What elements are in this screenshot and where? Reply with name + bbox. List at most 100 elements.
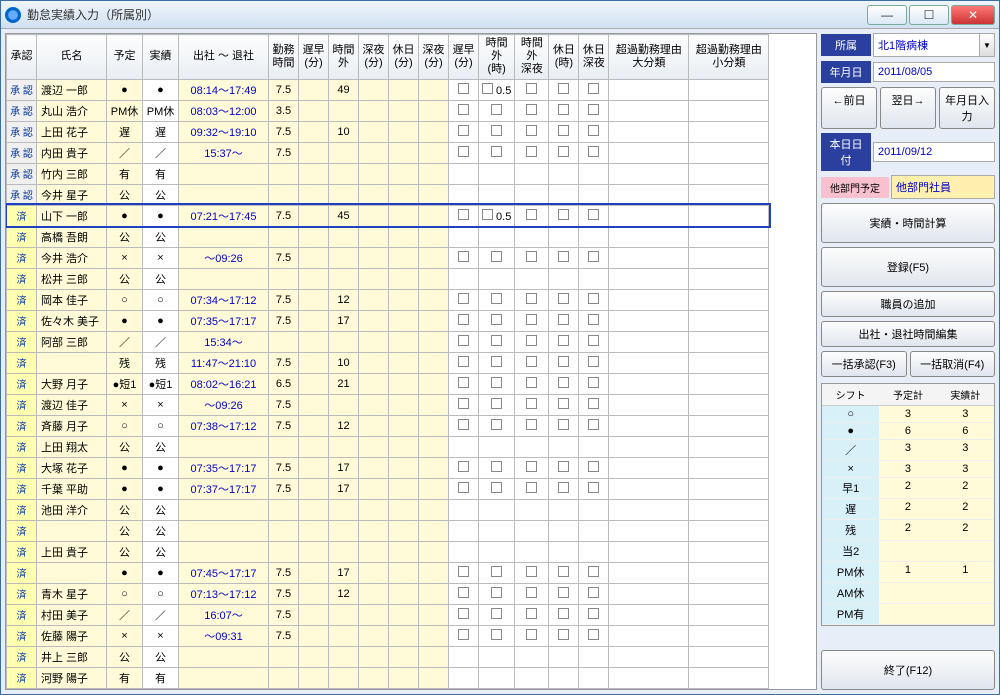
status-cell[interactable]: 済 — [7, 667, 37, 688]
col-header[interactable]: 深夜(分) — [419, 35, 449, 80]
io-cell[interactable]: ～09:31 — [179, 625, 269, 646]
table-row[interactable]: 済大塚 花子●●07:35～17:177.517 — [7, 457, 769, 478]
io-cell[interactable]: ～09:26 — [179, 247, 269, 268]
status-cell[interactable]: 済 — [7, 583, 37, 604]
table-row[interactable]: 済千葉 平助●●07:37～17:177.517 — [7, 478, 769, 499]
table-row[interactable]: 済今井 浩介××～09:267.5 — [7, 247, 769, 268]
status-cell[interactable]: 承 認 — [7, 100, 37, 121]
io-cell[interactable] — [179, 184, 269, 205]
col-header[interactable]: 深夜(分) — [359, 35, 389, 80]
io-cell[interactable] — [179, 541, 269, 562]
status-cell[interactable]: 承 認 — [7, 121, 37, 142]
status-cell[interactable]: 済 — [7, 310, 37, 331]
io-cell[interactable]: 08:02～16:21 — [179, 373, 269, 394]
table-row[interactable]: 済佐藤 陽子××～09:317.5 — [7, 625, 769, 646]
io-cell[interactable]: 07:34～17:12 — [179, 289, 269, 310]
table-row[interactable]: 済松井 三郎公公 — [7, 268, 769, 289]
status-cell[interactable]: 済 — [7, 373, 37, 394]
table-row[interactable]: 済公公 — [7, 520, 769, 541]
io-cell[interactable]: 15:34～ — [179, 331, 269, 352]
edit-time-button[interactable]: 出社・退社時間編集 — [821, 321, 995, 347]
table-row[interactable]: 済大野 月子●短1●短108:02～16:216.521 — [7, 373, 769, 394]
col-header[interactable]: 実績 — [143, 35, 179, 80]
status-cell[interactable]: 済 — [7, 289, 37, 310]
close-button[interactable]: ✕ — [951, 5, 995, 25]
io-cell[interactable]: 16:07～ — [179, 604, 269, 625]
col-header[interactable]: 時間外(時) — [479, 35, 515, 80]
status-cell[interactable]: 済 — [7, 268, 37, 289]
minimize-button[interactable]: — — [867, 5, 907, 25]
table-row[interactable]: 承 認内田 貴子／／15:37～7.5 — [7, 142, 769, 163]
table-row[interactable]: 済岡本 佳子○○07:34～17:127.512 — [7, 289, 769, 310]
status-cell[interactable]: 承 認 — [7, 79, 37, 100]
col-header[interactable]: 氏名 — [37, 35, 107, 80]
col-header[interactable]: 勤務時間 — [269, 35, 299, 80]
status-cell[interactable]: 承 認 — [7, 184, 37, 205]
status-cell[interactable]: 済 — [7, 562, 37, 583]
io-cell[interactable]: 07:13～17:12 — [179, 583, 269, 604]
exit-button[interactable]: 終了(F12) — [821, 650, 995, 690]
col-header[interactable]: 遅早(分) — [299, 35, 329, 80]
io-cell[interactable]: 09:32～19:10 — [179, 121, 269, 142]
col-header[interactable]: 予定 — [107, 35, 143, 80]
table-row[interactable]: 済佐々木 美子●●07:35～17:177.517 — [7, 310, 769, 331]
table-row[interactable]: 済木村 佳子遅遅10:03～19:187.518 — [7, 688, 769, 689]
status-cell[interactable]: 済 — [7, 646, 37, 667]
col-header[interactable]: 超過勤務理由小分類 — [689, 35, 769, 80]
attendance-table[interactable]: 承認氏名予定実績出社 ～ 退社勤務時間遅早(分)時間外深夜(分)休日(分)深夜(… — [6, 34, 769, 689]
maximize-button[interactable]: ☐ — [909, 5, 949, 25]
table-row[interactable]: 承 認渡辺 一郎●●08:14～17:497.549 0.5 — [7, 79, 769, 100]
status-cell[interactable]: 済 — [7, 436, 37, 457]
status-cell[interactable]: 済 — [7, 457, 37, 478]
table-row[interactable]: 承 認竹内 三郎有有 — [7, 163, 769, 184]
dept-combo[interactable]: 北1階病棟 ▼ — [873, 33, 995, 57]
status-cell[interactable]: 済 — [7, 688, 37, 689]
status-cell[interactable]: 済 — [7, 520, 37, 541]
calc-button[interactable]: 実績・時間計算 — [821, 203, 995, 243]
table-row[interactable]: 承 認丸山 浩介PM休PM休08:03～12:003.5 — [7, 100, 769, 121]
io-cell[interactable]: 08:14～17:49 — [179, 79, 269, 100]
table-row[interactable]: 承 認上田 花子遅遅09:32～19:107.510 — [7, 121, 769, 142]
table-row[interactable]: 済阿部 三郎／／15:34～ — [7, 331, 769, 352]
io-cell[interactable] — [179, 268, 269, 289]
table-row[interactable]: 済上田 貴子公公 — [7, 541, 769, 562]
col-header[interactable]: 休日(分) — [389, 35, 419, 80]
table-row[interactable]: 済渡辺 佳子××～09:267.5 — [7, 394, 769, 415]
table-row[interactable]: 済上田 翔太公公 — [7, 436, 769, 457]
table-row[interactable]: 済残残11:47～21:107.510 — [7, 352, 769, 373]
status-cell[interactable]: 済 — [7, 352, 37, 373]
bulk-approve-button[interactable]: 一括承認(F3) — [821, 351, 907, 377]
table-row[interactable]: 済河野 陽子有有 — [7, 667, 769, 688]
io-cell[interactable]: 15:37～ — [179, 142, 269, 163]
status-cell[interactable]: 済 — [7, 625, 37, 646]
status-cell[interactable]: 済 — [7, 331, 37, 352]
date-input-button[interactable]: 年月日入力 — [939, 87, 995, 129]
table-row[interactable]: 済井上 三郎公公 — [7, 646, 769, 667]
io-cell[interactable]: 07:35～17:17 — [179, 457, 269, 478]
bulk-cancel-button[interactable]: 一括取消(F4) — [910, 351, 996, 377]
status-cell[interactable]: 承 認 — [7, 142, 37, 163]
io-cell[interactable]: 10:03～19:18 — [179, 688, 269, 689]
col-header[interactable]: 出社 ～ 退社 — [179, 35, 269, 80]
status-cell[interactable]: 済 — [7, 205, 37, 226]
status-cell[interactable]: 済 — [7, 247, 37, 268]
io-cell[interactable]: ～09:26 — [179, 394, 269, 415]
io-cell[interactable] — [179, 436, 269, 457]
io-cell[interactable]: 07:21～17:45 — [179, 205, 269, 226]
io-cell[interactable] — [179, 520, 269, 541]
next-day-button[interactable]: 翌日→ — [880, 87, 936, 129]
col-header[interactable]: 承認 — [7, 35, 37, 80]
status-cell[interactable]: 済 — [7, 604, 37, 625]
add-staff-button[interactable]: 職員の追加 — [821, 291, 995, 317]
io-cell[interactable] — [179, 667, 269, 688]
table-row[interactable]: 済高橋 吾朗公公 — [7, 226, 769, 247]
col-header[interactable]: 超過勤務理由大分類 — [609, 35, 689, 80]
col-header[interactable]: 時間外 — [329, 35, 359, 80]
table-row[interactable]: 済●●07:45～17:177.517 — [7, 562, 769, 583]
table-row[interactable]: 済村田 美子／／16:07～7.5 — [7, 604, 769, 625]
save-button[interactable]: 登録(F5) — [821, 247, 995, 287]
col-header[interactable]: 時間外深夜 — [515, 35, 549, 80]
table-row[interactable]: 承 認今井 星子公公 — [7, 184, 769, 205]
status-cell[interactable]: 済 — [7, 394, 37, 415]
prev-day-button[interactable]: ←前日 — [821, 87, 877, 129]
